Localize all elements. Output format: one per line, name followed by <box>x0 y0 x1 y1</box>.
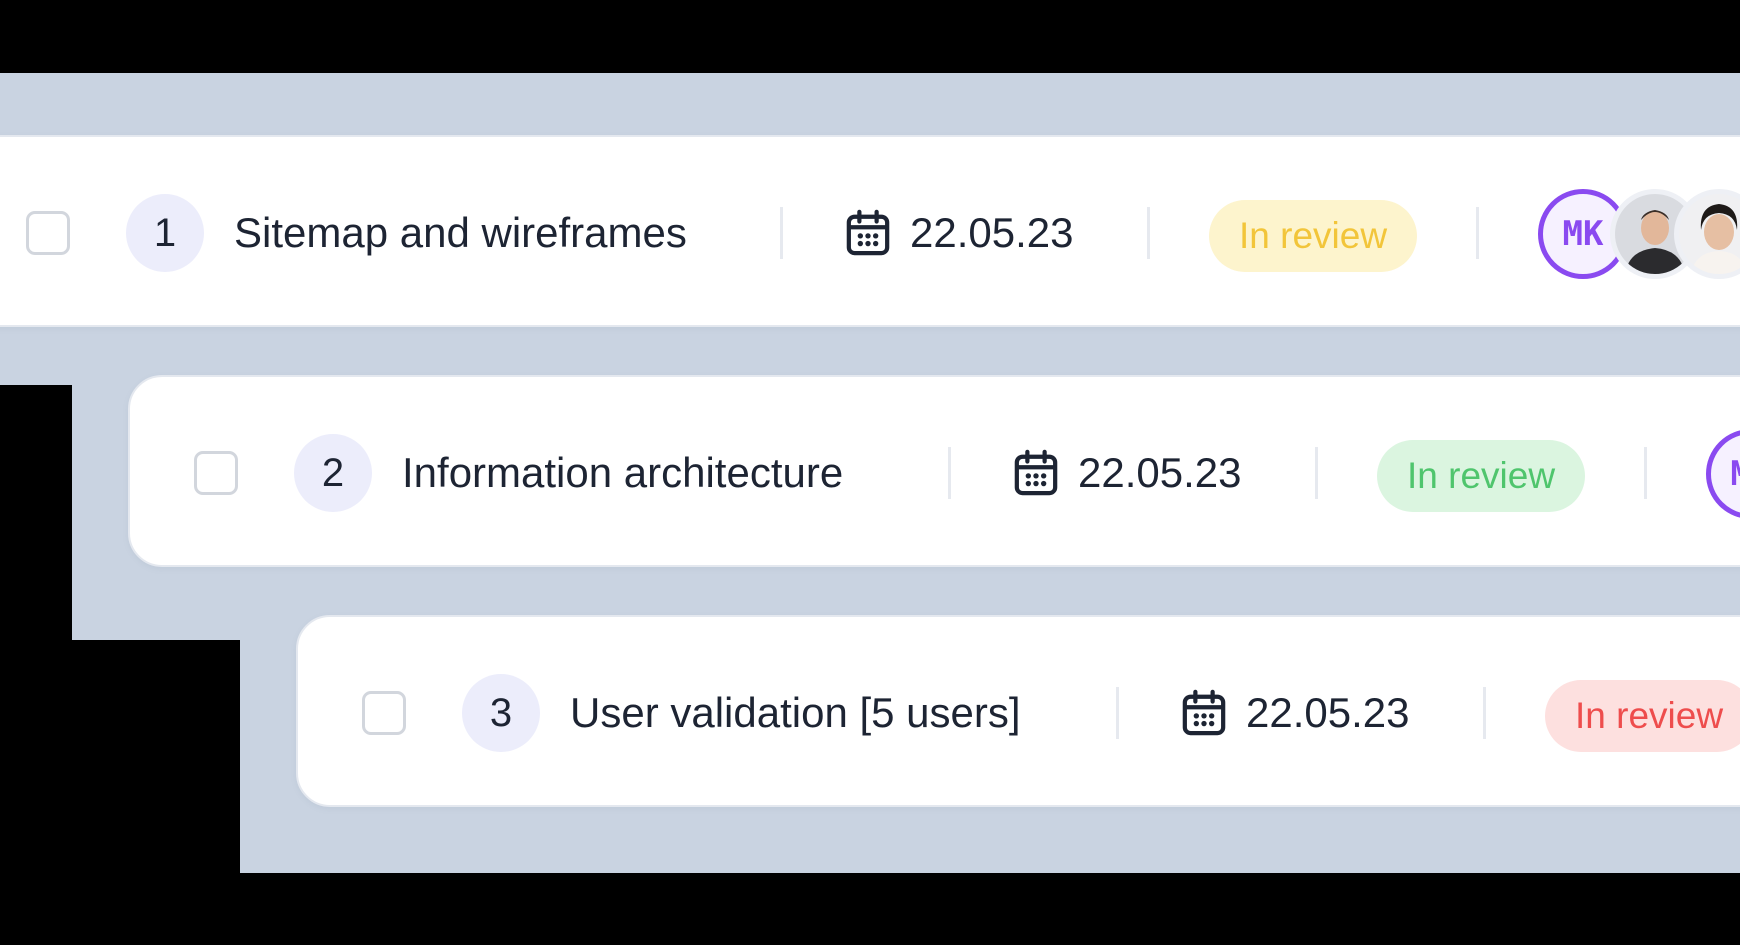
task-row[interactable]: 1 Sitemap and wireframes 22.05.23 In rev… <box>0 135 1740 327</box>
status-badge[interactable]: In review <box>1377 440 1586 512</box>
divider <box>1147 207 1150 259</box>
task-checkbox[interactable] <box>194 451 238 495</box>
divider <box>948 447 951 499</box>
person-icon <box>1679 194 1740 274</box>
task-checkbox[interactable] <box>362 691 406 735</box>
avatar[interactable]: MK <box>1706 429 1740 519</box>
task-checkbox[interactable] <box>26 211 70 255</box>
task-number-badge: 1 <box>126 194 204 272</box>
task-title: User validation [5 users] <box>570 689 1021 736</box>
task-title: Information architecture <box>402 449 844 496</box>
calendar-icon <box>1182 689 1226 736</box>
task-date: 22.05.23 <box>910 209 1074 256</box>
task-row[interactable]: 2 Information architecture 22.05.23 In r… <box>128 375 1740 567</box>
divider <box>1476 207 1479 259</box>
status-badge[interactable]: In review <box>1209 200 1418 272</box>
task-date: 22.05.23 <box>1246 689 1410 736</box>
task-number-badge: 2 <box>294 434 372 512</box>
task-row[interactable]: 3 User validation [5 users] 22.05.23 In … <box>296 615 1740 807</box>
calendar-icon <box>1014 449 1058 496</box>
task-number-badge: 3 <box>462 674 540 752</box>
calendar-icon <box>846 209 890 256</box>
divider <box>780 207 783 259</box>
task-list-stage: 1 Sitemap and wireframes 22.05.23 In rev… <box>0 0 1740 945</box>
divider <box>1644 447 1647 499</box>
status-badge[interactable]: In review <box>1545 680 1740 752</box>
divider <box>1483 687 1486 739</box>
divider <box>1116 687 1119 739</box>
task-date: 22.05.23 <box>1078 449 1242 496</box>
task-title: Sitemap and wireframes <box>234 209 687 256</box>
divider <box>1315 447 1318 499</box>
